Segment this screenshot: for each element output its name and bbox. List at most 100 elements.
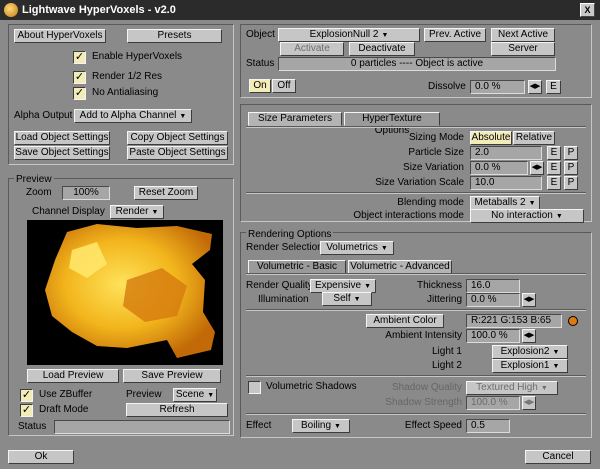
tab-divider: [246, 126, 586, 128]
paste-object-settings-button[interactable]: Paste Object Settings: [127, 146, 228, 160]
ambient-intensity-field[interactable]: 100.0 %: [466, 329, 520, 343]
illumination-label: Illumination: [258, 294, 309, 305]
effect-divider: [246, 413, 586, 415]
size-variation-scale-p-button[interactable]: P: [564, 176, 578, 190]
size-variation-scale-field[interactable]: 10.0: [470, 176, 542, 190]
dissolve-field[interactable]: 0.0 %: [470, 80, 525, 94]
draft-mode-label: Draft Mode: [39, 404, 89, 415]
relative-toggle[interactable]: Relative: [513, 131, 555, 145]
dissolve-slider-icon[interactable]: ◀▶: [528, 80, 542, 94]
jittering-field[interactable]: 0.0 %: [466, 293, 520, 307]
tab-size-parameters[interactable]: Size Parameters: [248, 112, 342, 126]
render-selection-label: Render Selection: [246, 242, 323, 253]
refresh-button[interactable]: Refresh: [126, 403, 228, 417]
ambient-intensity-slider-icon[interactable]: ◀▶: [522, 329, 536, 343]
rendering-options-label: Rendering Options: [246, 228, 334, 242]
object-label: Object: [246, 29, 275, 40]
enable-hypervoxels-checkbox[interactable]: ✓: [73, 51, 86, 64]
ambient-intensity-label: Ambient Intensity: [385, 330, 462, 341]
deactivate-button[interactable]: Deactivate: [349, 42, 415, 56]
effect-dropdown[interactable]: Boiling: [292, 419, 350, 433]
size-variation-field[interactable]: 0.0 %: [470, 161, 528, 175]
shadow-strength-field[interactable]: 100.0 %: [466, 396, 520, 410]
object-interactions-dropdown[interactable]: No interaction: [470, 209, 584, 223]
render-quality-dropdown[interactable]: Expensive: [310, 279, 376, 293]
ambient-color-button[interactable]: Ambient Color: [366, 314, 444, 328]
close-icon[interactable]: X: [580, 3, 595, 17]
blending-mode-label: Blending mode: [397, 197, 464, 208]
zoom-value[interactable]: 100%: [62, 186, 110, 200]
tab-volumetric-basic[interactable]: Volumetric - Basic: [248, 260, 346, 274]
effect-label: Effect: [246, 420, 272, 431]
render-selection-dropdown[interactable]: Volumetrics: [320, 241, 394, 255]
cancel-button[interactable]: Cancel: [525, 450, 591, 464]
shadow-quality-label: Shadow Quality: [391, 382, 462, 393]
render-tab-divider: [246, 273, 586, 275]
shadow-quality-dropdown[interactable]: Textured High: [466, 381, 558, 395]
on-toggle[interactable]: On: [249, 79, 271, 93]
preview-section-label: Preview: [14, 173, 54, 187]
particle-size-label: Particle Size: [408, 147, 464, 158]
copy-object-settings-button[interactable]: Copy Object Settings: [127, 131, 228, 145]
illumination-dropdown[interactable]: Self: [322, 292, 372, 306]
server-button[interactable]: Server: [491, 42, 555, 56]
light2-dropdown[interactable]: Explosion1: [492, 359, 568, 373]
activate-button[interactable]: Activate: [280, 42, 344, 56]
size-variation-envelope-button[interactable]: E: [547, 161, 561, 175]
light1-dropdown[interactable]: Explosion2: [492, 345, 568, 359]
thickness-field[interactable]: 16.0: [466, 279, 520, 293]
use-zbuffer-label: Use ZBuffer: [39, 389, 93, 400]
effect-speed-field[interactable]: 0.5: [466, 419, 510, 433]
absolute-toggle[interactable]: Absolute: [470, 131, 512, 145]
ambient-color-field[interactable]: R:221 G:153 B:65: [466, 314, 562, 328]
dissolve-envelope-button[interactable]: E: [546, 80, 561, 94]
save-object-settings-button[interactable]: Save Object Settings: [14, 146, 110, 160]
draft-mode-checkbox[interactable]: ✓: [20, 404, 33, 417]
light2-label: Light 2: [431, 360, 462, 371]
blending-mode-dropdown[interactable]: Metaballs 2: [470, 196, 540, 210]
use-zbuffer-checkbox[interactable]: ✓: [20, 389, 33, 402]
alpha-output-dropdown[interactable]: Add to Alpha Channel: [74, 109, 192, 123]
preview-mode-dropdown[interactable]: Scene: [173, 388, 217, 402]
presets-button[interactable]: Presets: [127, 29, 222, 43]
particle-size-p-button[interactable]: P: [564, 146, 578, 160]
object-dropdown[interactable]: ExplosionNull 2: [278, 28, 420, 42]
ok-button[interactable]: Ok: [8, 450, 74, 464]
about-button[interactable]: About HyperVoxels: [14, 29, 106, 43]
object-status-label: Status: [246, 58, 275, 69]
title-bar: Lightwave HyperVoxels - v2.0 X: [0, 0, 600, 20]
load-preview-button[interactable]: Load Preview: [27, 369, 119, 383]
tab-volumetric-advanced[interactable]: Volumetric - Advanced: [348, 260, 452, 274]
prev-active-button[interactable]: Prev. Active: [424, 28, 486, 42]
thickness-label: Thickness: [416, 280, 462, 291]
preview-mode-label: Preview: [126, 389, 162, 400]
preview-image[interactable]: [27, 220, 223, 365]
volumetric-shadows-label: Volumetric Shadows: [266, 381, 357, 392]
size-variation-scale-envelope-button[interactable]: E: [547, 176, 561, 190]
channel-display-dropdown[interactable]: Render: [110, 205, 164, 219]
load-object-settings-button[interactable]: Load Object Settings: [14, 131, 110, 145]
object-status-field: 0 particles ---- Object is active: [278, 57, 556, 71]
reset-zoom-button[interactable]: Reset Zoom: [134, 186, 198, 200]
volumetric-shadows-checkbox[interactable]: [248, 381, 261, 394]
preview-status-field: [54, 420, 230, 434]
effect-speed-label: Effect Speed: [404, 420, 462, 431]
no-antialiasing-checkbox[interactable]: ✓: [73, 87, 86, 100]
off-toggle[interactable]: Off: [272, 79, 296, 93]
jittering-slider-icon[interactable]: ◀▶: [522, 293, 536, 307]
render-half-res-checkbox[interactable]: ✓: [73, 71, 86, 84]
next-active-button[interactable]: Next Active: [491, 28, 555, 42]
jittering-label: Jittering: [426, 294, 462, 305]
window-title: Lightwave HyperVoxels - v2.0: [22, 4, 176, 16]
enable-hypervoxels-label: Enable HyperVoxels: [92, 51, 183, 62]
shadow-strength-slider-icon[interactable]: ◀▶: [522, 396, 536, 410]
ambient-color-swatch[interactable]: [568, 316, 578, 326]
particle-size-field[interactable]: 2.0: [470, 146, 542, 160]
particle-size-envelope-button[interactable]: E: [547, 146, 561, 160]
save-preview-button[interactable]: Save Preview: [123, 369, 221, 383]
size-variation-slider-icon[interactable]: ◀▶: [530, 161, 544, 175]
preview-status-label: Status: [18, 421, 47, 432]
size-variation-p-button[interactable]: P: [564, 161, 578, 175]
shadow-divider: [246, 375, 586, 377]
tab-hypertexture-options[interactable]: HyperTexture Options: [344, 112, 440, 136]
